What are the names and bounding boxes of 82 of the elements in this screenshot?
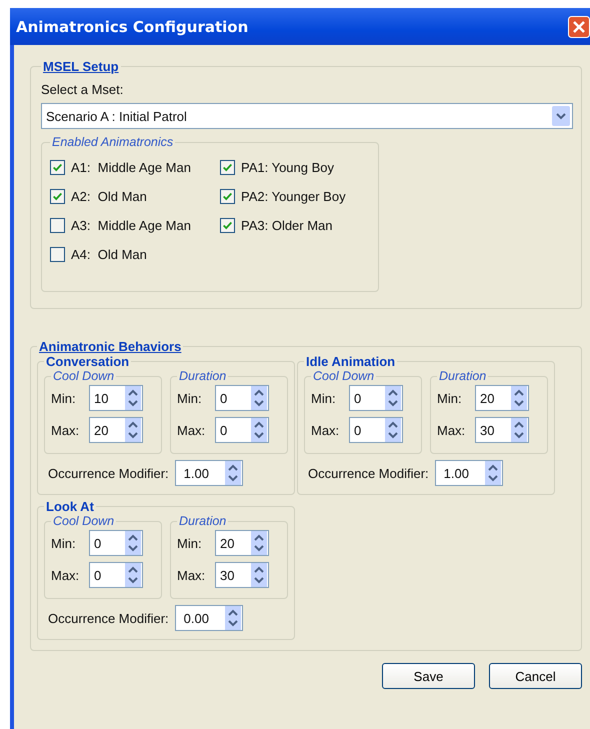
checkmark-icon (222, 191, 233, 202)
group-title: Duration (178, 514, 228, 528)
number-field[interactable]: 0 (89, 530, 143, 556)
field-label: Max: (177, 422, 206, 438)
number-field[interactable]: 10 (89, 385, 143, 411)
window-title: Animatronics Configuration (16, 18, 248, 36)
spin-arrows-icon[interactable] (125, 418, 141, 442)
group-title: Conversation (45, 354, 130, 369)
number-field[interactable]: 0 (215, 417, 269, 443)
spin-arrows-icon[interactable] (125, 386, 141, 410)
checkbox-label: PA1: Young Boy (241, 160, 334, 175)
number-field[interactable]: 0.00 (174, 605, 243, 631)
select-label: Select a Mset: (41, 82, 124, 97)
checkbox[interactable] (50, 218, 65, 233)
number-field[interactable]: 1.00 (434, 460, 503, 486)
checkbox[interactable] (50, 160, 65, 175)
checkbox-label: A2: Old Man (71, 189, 147, 204)
spin-arrows-icon[interactable] (125, 563, 141, 587)
number-field[interactable]: 30 (215, 562, 269, 588)
spin-arrows-icon[interactable] (251, 386, 267, 410)
number-field[interactable]: 0 (215, 385, 269, 411)
spin-arrows-icon[interactable] (251, 563, 267, 587)
field-label: Min: (437, 390, 463, 406)
group-title: Look At (45, 499, 95, 514)
checkmark-icon (222, 220, 233, 231)
spin-arrows-icon[interactable] (125, 531, 141, 555)
checkmark-icon (52, 162, 63, 173)
spin-arrows-icon[interactable] (385, 386, 401, 410)
field-label: Min: (311, 390, 337, 406)
checkmark-icon (52, 191, 63, 202)
spin-arrows-icon[interactable] (251, 418, 267, 442)
checkbox[interactable] (220, 189, 235, 204)
field-label: Occurrence Modifier: (308, 466, 429, 480)
checkbox-label: A3: Middle Age Man (71, 218, 191, 233)
spin-arrows-icon[interactable] (385, 418, 401, 442)
group-title: Idle Animation (305, 354, 396, 369)
field-label: Max: (311, 422, 340, 438)
number-field[interactable]: 0 (349, 417, 403, 443)
group-title: Enabled Animatronics (51, 135, 174, 149)
number-field[interactable]: 20 (215, 530, 269, 556)
group-title: Cool Down (52, 514, 116, 528)
checkbox[interactable] (220, 160, 235, 175)
checkbox-label: A1: Middle Age Man (71, 160, 191, 175)
group-title: Cool Down (52, 369, 116, 383)
checkbox[interactable] (220, 218, 235, 233)
dialog-button[interactable]: Save (382, 663, 475, 689)
field-label: Min: (51, 390, 77, 406)
field-label: Occurrence Modifier: (48, 466, 169, 480)
checkbox[interactable] (50, 189, 65, 204)
spin-arrows-icon[interactable] (224, 606, 241, 630)
checkbox-label: PA2: Younger Boy (241, 189, 346, 204)
spin-arrows-icon[interactable] (511, 386, 527, 410)
checkbox[interactable] (50, 247, 65, 262)
spin-arrows-icon[interactable] (511, 418, 527, 442)
dialog-button[interactable]: Cancel (489, 663, 582, 689)
close-icon[interactable] (568, 16, 590, 38)
field-label: Max: (437, 422, 466, 438)
group-title: Cool Down (312, 369, 376, 383)
number-field[interactable]: 20 (475, 385, 529, 411)
group-title: Duration (438, 369, 488, 383)
field-label: Min: (177, 536, 203, 550)
section-title: MSEL Setup (42, 59, 120, 74)
number-field[interactable]: 30 (475, 417, 529, 443)
field-label: Max: (177, 568, 206, 582)
group-title: Duration (178, 369, 228, 383)
spin-arrows-icon[interactable] (224, 461, 241, 485)
field-label: Min: (177, 390, 203, 406)
number-field[interactable]: 20 (89, 417, 143, 443)
spin-arrows-icon[interactable] (484, 461, 501, 485)
mset-dropdown[interactable]: Scenario A : Initial Patrol (41, 103, 573, 129)
section-title: Animatronic Behaviors (38, 339, 182, 354)
field-label: Min: (51, 536, 77, 550)
checkmark-icon (222, 162, 233, 173)
checkbox-label: A4: Old Man (71, 247, 147, 262)
field-label: Max: (51, 568, 80, 582)
field-label: Occurrence Modifier: (48, 610, 169, 626)
checkbox-label: PA3: Older Man (241, 218, 333, 233)
field-label: Max: (51, 422, 80, 438)
number-field[interactable]: 1.00 (174, 460, 243, 486)
number-field[interactable]: 0 (349, 385, 403, 411)
number-field[interactable]: 0 (89, 562, 143, 588)
spin-arrows-icon[interactable] (251, 531, 267, 555)
